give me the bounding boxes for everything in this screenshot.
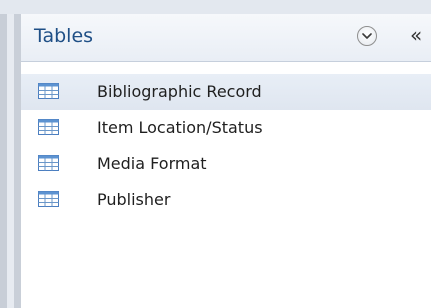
- collapse-pane-icon[interactable]: «: [410, 23, 430, 47]
- chevron-down-circle-icon[interactable]: [357, 26, 377, 46]
- navigation-pane: Tables « Bibliographic Record Item Locat…: [21, 14, 431, 308]
- list-item-label: Media Format: [97, 154, 207, 173]
- list-item-publisher[interactable]: Publisher: [21, 182, 431, 218]
- table-icon: [38, 191, 59, 207]
- table-icon: [38, 83, 59, 99]
- list-item-label: Item Location/Status: [97, 118, 263, 137]
- window-top-strip: [0, 0, 431, 14]
- list-item-label: Publisher: [97, 190, 171, 209]
- pane-left-border: [0, 14, 21, 308]
- list-item-bibliographic-record[interactable]: Bibliographic Record: [21, 74, 431, 110]
- list-item-item-location-status[interactable]: Item Location/Status: [21, 110, 431, 146]
- list-item-media-format[interactable]: Media Format: [21, 146, 431, 182]
- table-icon: [38, 119, 59, 135]
- pane-header[interactable]: Tables «: [21, 14, 431, 62]
- list-item-label: Bibliographic Record: [97, 82, 262, 101]
- table-icon: [38, 155, 59, 171]
- pane-title: Tables: [34, 25, 94, 47]
